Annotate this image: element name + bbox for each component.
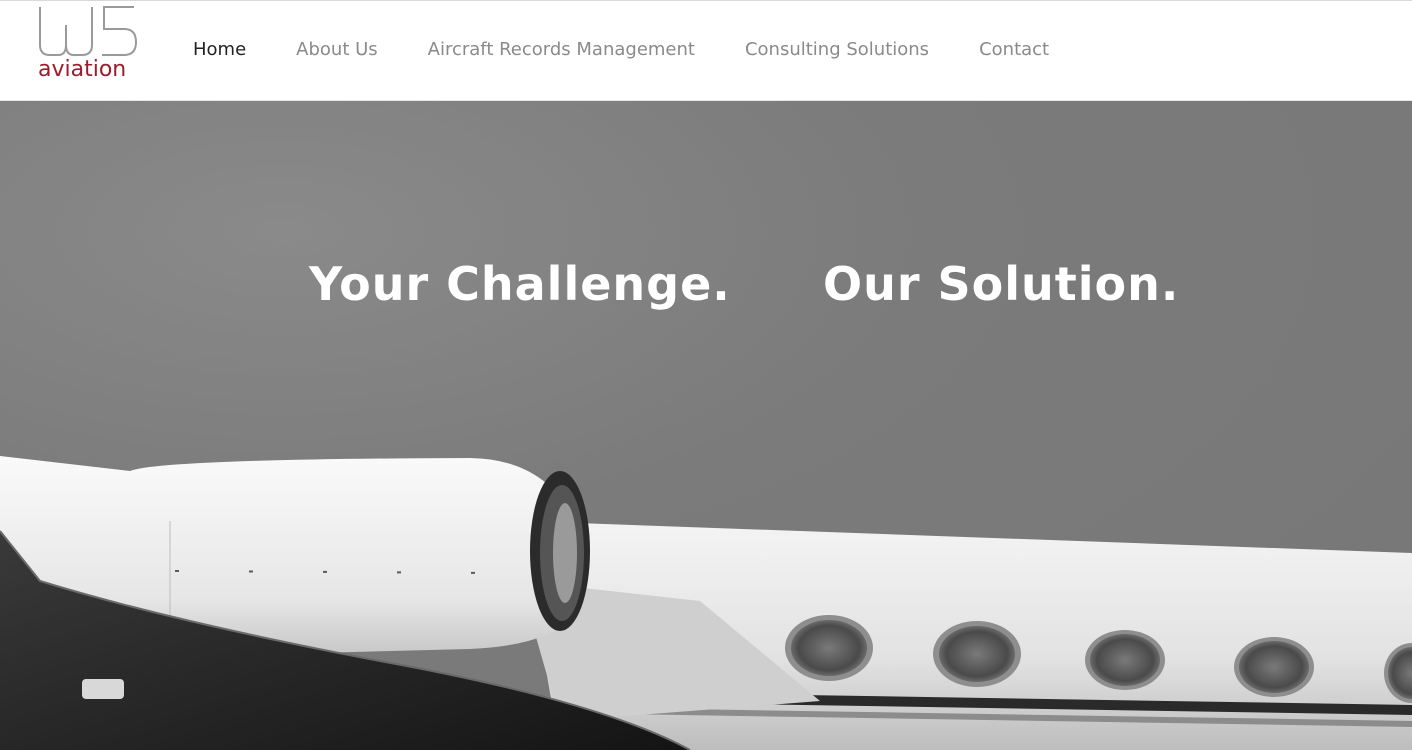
hero-headline-solution: Our Solution. — [823, 257, 1180, 311]
hero-banner: Your Challenge. Our Solution. — [0, 101, 1412, 750]
nav-item-home[interactable]: Home — [168, 39, 271, 60]
w5-logo-mark-icon — [39, 6, 138, 56]
site-header: aviation Home About Us Aircraft Records … — [0, 0, 1412, 101]
nav-item-contact[interactable]: Contact — [954, 39, 1074, 60]
logo-wordmark: aviation — [38, 57, 127, 82]
jet-photo — [0, 456, 1412, 750]
hero-headline-challenge: Your Challenge. — [309, 257, 731, 311]
logo[interactable]: aviation — [36, 5, 146, 85]
nav-item-about-us[interactable]: About Us — [271, 39, 403, 60]
page: aviation Home About Us Aircraft Records … — [0, 0, 1412, 750]
nav-item-consulting-solutions[interactable]: Consulting Solutions — [720, 39, 954, 60]
main-nav: Home About Us Aircraft Records Managemen… — [168, 1, 1074, 97]
nav-item-aircraft-records-management[interactable]: Aircraft Records Management — [403, 39, 720, 60]
